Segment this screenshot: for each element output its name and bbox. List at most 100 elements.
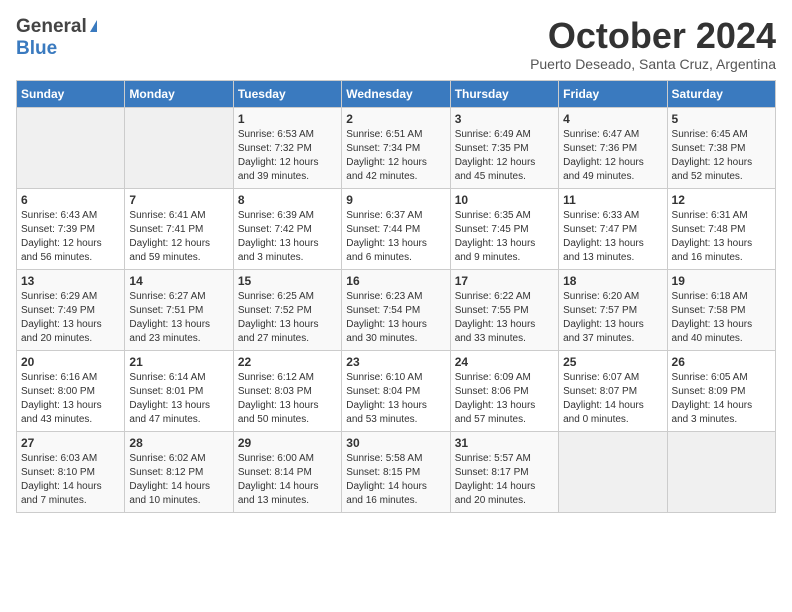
weekday-header: Thursday: [450, 80, 558, 107]
cell-content: Sunrise: 6:07 AMSunset: 8:07 PMDaylight:…: [563, 371, 662, 427]
day-number: 11: [563, 193, 662, 207]
cell-content: Sunrise: 6:35 AMSunset: 7:45 PMDaylight:…: [455, 209, 554, 265]
calendar-cell: 21 Sunrise: 6:14 AMSunset: 8:01 PMDayligh…: [125, 350, 233, 431]
cell-content: Sunrise: 6:20 AMSunset: 7:57 PMDaylight:…: [563, 290, 662, 346]
day-number: 16: [346, 274, 445, 288]
day-number: 19: [672, 274, 771, 288]
day-number: 3: [455, 112, 554, 126]
calendar-cell: 26 Sunrise: 6:05 AMSunset: 8:09 PMDayligh…: [667, 350, 775, 431]
location: Puerto Deseado, Santa Cruz, Argentina: [530, 56, 776, 72]
cell-content: Sunrise: 6:33 AMSunset: 7:47 PMDaylight:…: [563, 209, 662, 265]
day-number: 1: [238, 112, 337, 126]
day-number: 22: [238, 355, 337, 369]
day-number: 18: [563, 274, 662, 288]
calendar-cell: 31Sunrise: 5:57 AMSunset: 8:17 PMDayligh…: [450, 431, 558, 512]
calendar-cell: 29 Sunrise: 6:00 AMSunset: 8:14 PMDayligh…: [233, 431, 341, 512]
calendar-cell: 9 Sunrise: 6:37 AMSunset: 7:44 PMDaylight…: [342, 188, 450, 269]
day-number: 23: [346, 355, 445, 369]
calendar-cell: 23 Sunrise: 6:10 AMSunset: 8:04 PMDayligh…: [342, 350, 450, 431]
cell-content: Sunrise: 6:03 AMSunset: 8:10 PMDaylight:…: [21, 452, 120, 508]
cell-content: Sunrise: 6:25 AMSunset: 7:52 PMDaylight:…: [238, 290, 337, 346]
calendar-cell: 17 Sunrise: 6:22 AMSunset: 7:55 PMDayligh…: [450, 269, 558, 350]
calendar-cell: 10 Sunrise: 6:35 AMSunset: 7:45 PMDayligh…: [450, 188, 558, 269]
day-number: 29: [238, 436, 337, 450]
weekday-header: Saturday: [667, 80, 775, 107]
day-number: 10: [455, 193, 554, 207]
calendar-cell: 13 Sunrise: 6:29 AMSunset: 7:49 PMDayligh…: [17, 269, 125, 350]
title-block: October 2024 Puerto Deseado, Santa Cruz,…: [530, 16, 776, 72]
calendar-cell: 25Sunrise: 6:07 AMSunset: 8:07 PMDayligh…: [559, 350, 667, 431]
cell-content: Sunrise: 5:58 AMSunset: 8:15 PMDaylight:…: [346, 452, 445, 508]
day-number: 2: [346, 112, 445, 126]
cell-content: Sunrise: 6:09 AMSunset: 8:06 PMDaylight:…: [455, 371, 554, 427]
cell-content: Sunrise: 6:02 AMSunset: 8:12 PMDaylight:…: [129, 452, 228, 508]
day-number: 21: [129, 355, 228, 369]
day-number: 5: [672, 112, 771, 126]
calendar-table: SundayMondayTuesdayWednesdayThursdayFrid…: [16, 80, 776, 513]
logo-general: General: [16, 16, 87, 38]
day-number: 13: [21, 274, 120, 288]
day-number: 28: [129, 436, 228, 450]
weekday-header: Sunday: [17, 80, 125, 107]
day-number: 7: [129, 193, 228, 207]
calendar-week-row: 13 Sunrise: 6:29 AMSunset: 7:49 PMDayligh…: [17, 269, 776, 350]
cell-content: Sunrise: 6:47 AMSunset: 7:36 PMDaylight:…: [563, 128, 662, 184]
cell-content: Sunrise: 6:14 AMSunset: 8:01 PMDaylight:…: [129, 371, 228, 427]
day-number: 8: [238, 193, 337, 207]
calendar-cell: 12 Sunrise: 6:31 AMSunset: 7:48 PMDayligh…: [667, 188, 775, 269]
day-number: 26: [672, 355, 771, 369]
day-number: 6: [21, 193, 120, 207]
cell-content: Sunrise: 6:53 AMSunset: 7:32 PMDaylight:…: [238, 128, 337, 184]
page-header: General Blue October 2024 Puerto Deseado…: [16, 16, 776, 72]
cell-content: Sunrise: 6:39 AMSunset: 7:42 PMDaylight:…: [238, 209, 337, 265]
calendar-cell: 4Sunrise: 6:47 AMSunset: 7:36 PMDaylight…: [559, 107, 667, 188]
calendar-cell: [559, 431, 667, 512]
cell-content: Sunrise: 6:22 AMSunset: 7:55 PMDaylight:…: [455, 290, 554, 346]
day-number: 15: [238, 274, 337, 288]
calendar-cell: 14 Sunrise: 6:27 AMSunset: 7:51 PMDayligh…: [125, 269, 233, 350]
cell-content: Sunrise: 6:29 AMSunset: 7:49 PMDaylight:…: [21, 290, 120, 346]
day-number: 20: [21, 355, 120, 369]
weekday-header: Wednesday: [342, 80, 450, 107]
weekday-header-row: SundayMondayTuesdayWednesdayThursdayFrid…: [17, 80, 776, 107]
weekday-header: Monday: [125, 80, 233, 107]
calendar-cell: 3 Sunrise: 6:49 AMSunset: 7:35 PMDaylight…: [450, 107, 558, 188]
cell-content: Sunrise: 6:10 AMSunset: 8:04 PMDaylight:…: [346, 371, 445, 427]
cell-content: Sunrise: 6:12 AMSunset: 8:03 PMDaylight:…: [238, 371, 337, 427]
calendar-cell: 28 Sunrise: 6:02 AMSunset: 8:12 PMDayligh…: [125, 431, 233, 512]
calendar-cell: 2 Sunrise: 6:51 AMSunset: 7:34 PMDaylight…: [342, 107, 450, 188]
cell-content: Sunrise: 6:27 AMSunset: 7:51 PMDaylight:…: [129, 290, 228, 346]
month-title: October 2024: [530, 16, 776, 56]
weekday-header: Friday: [559, 80, 667, 107]
calendar-week-row: 1 Sunrise: 6:53 AMSunset: 7:32 PMDaylight…: [17, 107, 776, 188]
calendar-cell: 11 Sunrise: 6:33 AMSunset: 7:47 PMDayligh…: [559, 188, 667, 269]
day-number: 30: [346, 436, 445, 450]
calendar-cell: 22 Sunrise: 6:12 AMSunset: 8:03 PMDayligh…: [233, 350, 341, 431]
calendar-cell: 15 Sunrise: 6:25 AMSunset: 7:52 PMDayligh…: [233, 269, 341, 350]
calendar-cell: 30 Sunrise: 5:58 AMSunset: 8:15 PMDayligh…: [342, 431, 450, 512]
day-number: 27: [21, 436, 120, 450]
calendar-week-row: 20 Sunrise: 6:16 AMSunset: 8:00 PMDayligh…: [17, 350, 776, 431]
day-number: 14: [129, 274, 228, 288]
cell-content: Sunrise: 6:43 AMSunset: 7:39 PMDaylight:…: [21, 209, 120, 265]
calendar-cell: 19Sunrise: 6:18 AMSunset: 7:58 PMDayligh…: [667, 269, 775, 350]
calendar-cell: 27 Sunrise: 6:03 AMSunset: 8:10 PMDayligh…: [17, 431, 125, 512]
cell-content: Sunrise: 6:41 AMSunset: 7:41 PMDaylight:…: [129, 209, 228, 265]
day-number: 31: [455, 436, 554, 450]
calendar-week-row: 6 Sunrise: 6:43 AMSunset: 7:39 PMDaylight…: [17, 188, 776, 269]
cell-content: Sunrise: 6:05 AMSunset: 8:09 PMDaylight:…: [672, 371, 771, 427]
day-number: 17: [455, 274, 554, 288]
calendar-cell: 18 Sunrise: 6:20 AMSunset: 7:57 PMDayligh…: [559, 269, 667, 350]
calendar-cell: 7 Sunrise: 6:41 AMSunset: 7:41 PMDaylight…: [125, 188, 233, 269]
day-number: 24: [455, 355, 554, 369]
cell-content: Sunrise: 6:31 AMSunset: 7:48 PMDaylight:…: [672, 209, 771, 265]
cell-content: Sunrise: 6:16 AMSunset: 8:00 PMDaylight:…: [21, 371, 120, 427]
cell-content: Sunrise: 6:37 AMSunset: 7:44 PMDaylight:…: [346, 209, 445, 265]
cell-content: Sunrise: 6:51 AMSunset: 7:34 PMDaylight:…: [346, 128, 445, 184]
cell-content: Sunrise: 6:49 AMSunset: 7:35 PMDaylight:…: [455, 128, 554, 184]
calendar-cell: 24 Sunrise: 6:09 AMSunset: 8:06 PMDayligh…: [450, 350, 558, 431]
calendar-cell: 20 Sunrise: 6:16 AMSunset: 8:00 PMDayligh…: [17, 350, 125, 431]
day-number: 12: [672, 193, 771, 207]
day-number: 9: [346, 193, 445, 207]
cell-content: Sunrise: 6:00 AMSunset: 8:14 PMDaylight:…: [238, 452, 337, 508]
